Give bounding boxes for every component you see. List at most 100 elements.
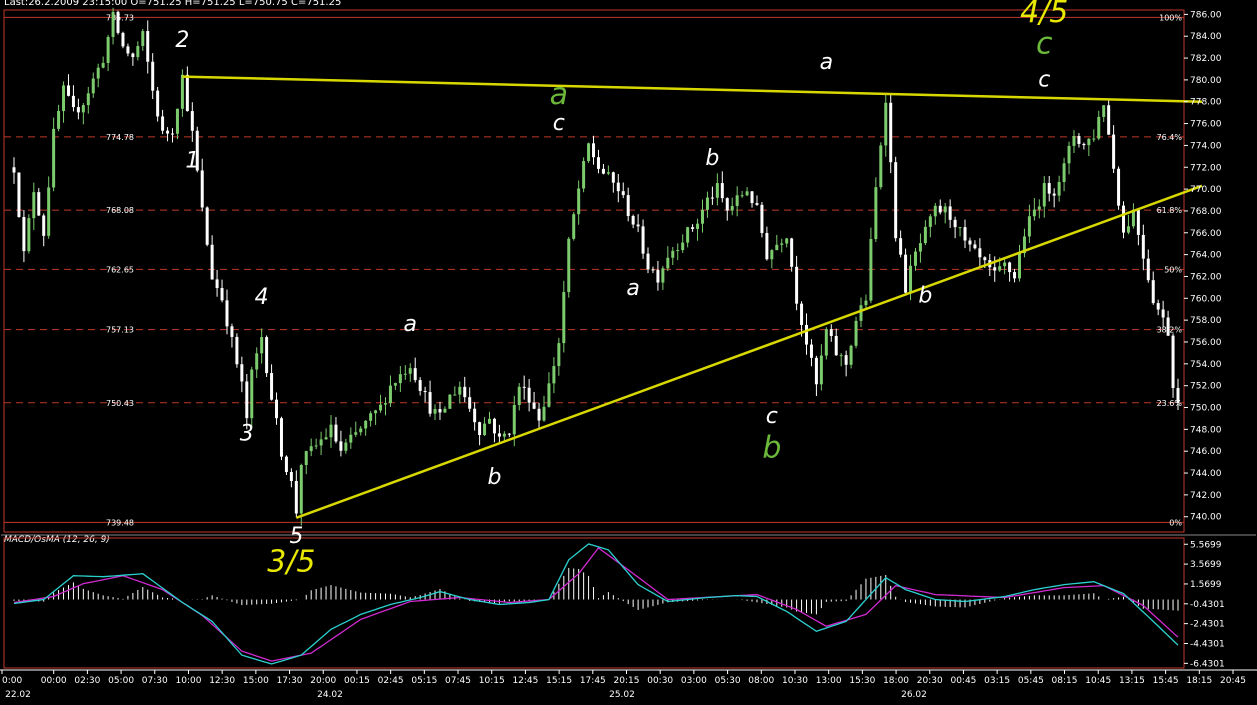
x-tick-label: 10:45 <box>1085 676 1111 686</box>
candle-body <box>12 167 16 173</box>
candle-body <box>626 195 630 216</box>
wave-label: 2 <box>175 28 189 53</box>
fib-price-label: 774.78 <box>106 133 134 142</box>
fib-price-label: 768.08 <box>106 206 134 215</box>
x-tick-label: 15:15 <box>546 676 572 686</box>
x-tick-label: 03:15 <box>984 676 1010 686</box>
y-tick-label: 772.00 <box>1190 163 1222 173</box>
candle-body <box>17 172 21 218</box>
candle-body <box>740 195 744 197</box>
candle-body <box>408 368 412 374</box>
candle-body <box>631 215 635 225</box>
candle-body <box>572 214 576 239</box>
candle-body <box>1161 309 1165 318</box>
candle-body <box>240 364 244 382</box>
candle-body <box>245 381 249 419</box>
wave-label: c <box>1038 67 1050 92</box>
date-label: 24.02 <box>317 690 343 700</box>
x-tick-label: 10:00 <box>176 676 202 686</box>
candle-body <box>884 102 888 146</box>
candle-body <box>284 456 288 473</box>
candle-body <box>928 216 932 227</box>
x-tick-label: 00:15 <box>344 676 370 686</box>
candle-body <box>710 197 714 199</box>
price-chart: 785.73 100% 774.78 76.4% 768.08 61.8% 762.65 50… <box>0 0 1257 700</box>
candle-body <box>299 464 303 514</box>
candle-body <box>383 403 387 405</box>
candle-body <box>824 329 828 356</box>
candle-body <box>879 145 883 188</box>
y-tick-label: 776.00 <box>1190 120 1222 130</box>
candle-body <box>37 192 41 216</box>
candle-body <box>205 207 209 245</box>
candle-body <box>611 172 615 183</box>
candle-body <box>681 242 685 251</box>
y-tick-label: 746.00 <box>1190 447 1222 457</box>
x-tick-label: 02:45 <box>378 676 404 686</box>
candle-body <box>200 170 204 208</box>
candle-body <box>1072 136 1076 146</box>
x-tick-label: 03:00 <box>681 676 707 686</box>
x-tick-label: 08:00 <box>748 676 774 686</box>
macd-line <box>13 543 1179 665</box>
candle-body <box>27 218 31 252</box>
candle-body <box>1042 183 1046 207</box>
candle-body <box>696 223 700 229</box>
wave-label: b <box>918 284 932 309</box>
wave-label: b <box>705 146 719 171</box>
candle-body <box>121 32 125 47</box>
x-tick-label: 12:30 <box>209 676 235 686</box>
candle-body <box>547 383 551 407</box>
candle-body <box>265 337 269 374</box>
x-tick-label: 13:00 <box>816 676 842 686</box>
candle-body <box>42 215 46 236</box>
x-tick-label: 20:45 <box>1220 676 1246 686</box>
candle-body <box>126 46 130 54</box>
candle-body <box>71 95 75 108</box>
candle-body <box>646 253 650 270</box>
candle-body <box>185 74 189 112</box>
candle-body <box>819 355 823 385</box>
candle-body <box>230 326 234 337</box>
candle-body <box>948 206 952 220</box>
candle-body <box>161 116 165 131</box>
candle-body <box>834 335 838 356</box>
candle-body <box>1037 206 1041 210</box>
candle-body <box>116 11 120 33</box>
candle-body <box>62 85 66 111</box>
candle-body <box>993 267 997 271</box>
y-tick-label: 774.00 <box>1190 141 1222 151</box>
candle-body <box>601 168 605 174</box>
candle-body <box>522 386 526 388</box>
x-tick-label: 00:30 <box>647 676 673 686</box>
candle-body <box>854 320 858 346</box>
candle-body <box>641 226 645 254</box>
candle-body <box>344 442 348 451</box>
candle-body <box>354 432 358 435</box>
candle-body <box>998 266 1002 271</box>
candle-body <box>1102 105 1106 117</box>
candle-body <box>775 244 779 251</box>
candle-body <box>156 90 160 117</box>
fib-percent-label: 61.8% <box>1157 206 1183 215</box>
wave-label: a <box>404 312 417 337</box>
candle-body <box>418 380 422 391</box>
x-tick-label: 18:15 <box>1186 676 1212 686</box>
candle-body <box>805 324 809 345</box>
candle-body <box>592 143 596 158</box>
candle-body <box>180 74 184 109</box>
macd-panel-frame <box>3 537 1185 669</box>
candle-body <box>567 238 571 293</box>
y-tick-label: 754.00 <box>1190 360 1222 370</box>
candle-body <box>1013 272 1017 279</box>
candle-body <box>552 366 556 384</box>
candle-body <box>507 433 511 435</box>
fib-percent-label: 100% <box>1159 13 1182 22</box>
candle-body <box>235 336 239 365</box>
candle-body <box>1156 303 1160 310</box>
candle-body <box>943 206 947 213</box>
candle-body <box>864 300 868 306</box>
candle-body <box>339 441 343 451</box>
candle-body <box>1092 138 1096 140</box>
candle-body <box>809 344 813 358</box>
